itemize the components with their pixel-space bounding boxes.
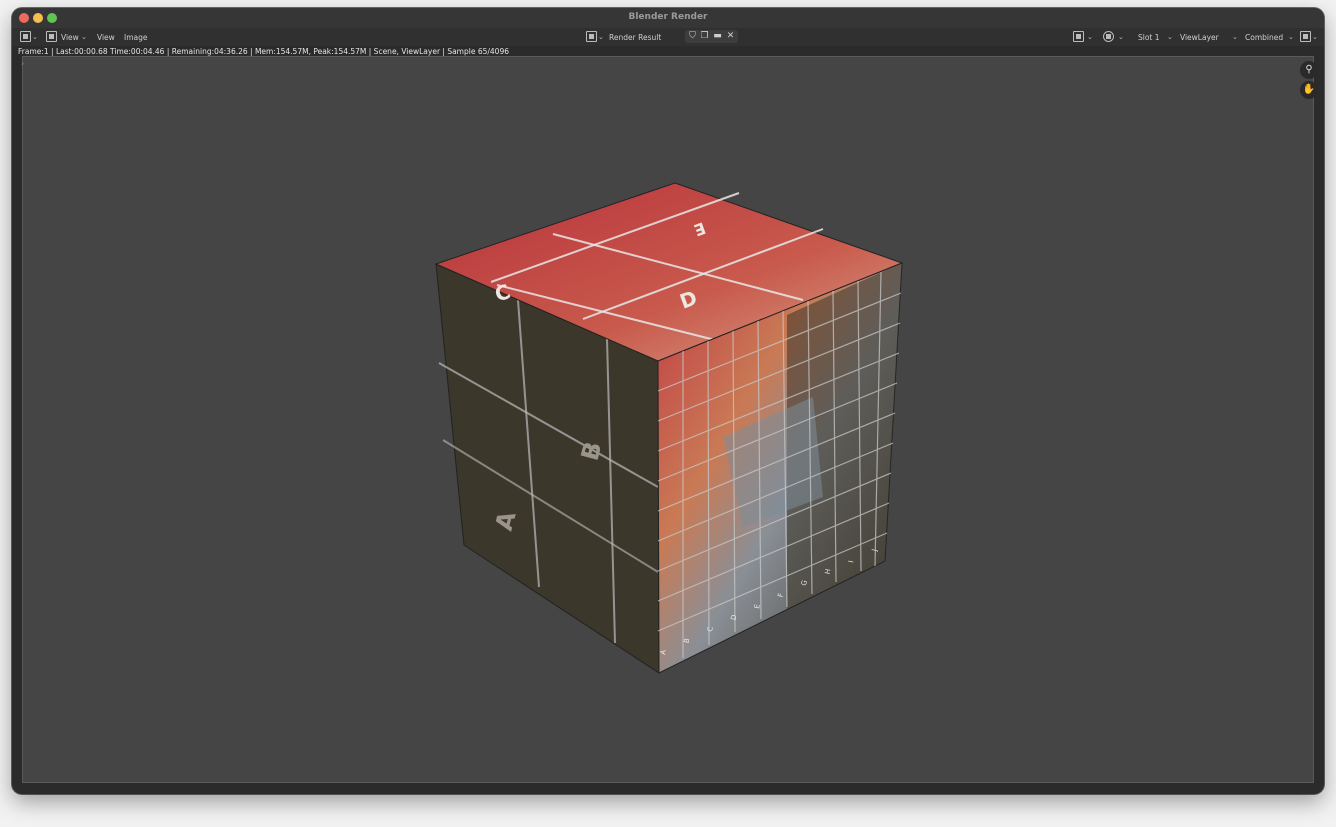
overlay-icon[interactable] (1103, 31, 1114, 42)
image-browse-icon[interactable] (586, 31, 597, 42)
rendered-cube: A B C D E ABCDEFGHIJ (434, 182, 904, 674)
chevron-down-icon[interactable]: ⌄ (81, 31, 87, 44)
gizmo-icon[interactable] (1073, 31, 1084, 42)
blender-render-window: Blender Render ⌄ View ⌄ View Image ⌄ Ren… (12, 8, 1324, 794)
window-title: Blender Render (628, 12, 708, 22)
render-viewport[interactable]: › ‹ ⚲ ✋ (21, 56, 1318, 783)
image-actions-group: ⛉ ❐ ▬ ✕ (685, 30, 738, 43)
chevron-down-icon[interactable]: ⌄ (1232, 31, 1238, 44)
duplicate-icon[interactable]: ❐ (699, 31, 710, 42)
close-icon[interactable]: ✕ (725, 31, 736, 42)
chevron-down-icon[interactable]: ⌄ (598, 31, 604, 44)
chevron-down-icon[interactable]: ⌄ (1087, 31, 1093, 44)
shield-icon[interactable]: ⛉ (687, 31, 698, 42)
image-editor-header: ⌄ View ⌄ View Image ⌄ Render Result ⛉ ❐ … (12, 28, 1324, 46)
chevron-down-icon[interactable]: ⌄ (1118, 31, 1124, 44)
display-channels-icon[interactable] (1300, 31, 1311, 42)
chevron-down-icon[interactable]: ⌄ (1312, 31, 1318, 44)
slot-selector[interactable]: Slot 1 (1138, 31, 1160, 44)
folder-icon[interactable]: ▬ (712, 31, 723, 42)
view-layer-selector[interactable]: ViewLayer (1180, 31, 1219, 44)
title-bar: Blender Render (12, 8, 1324, 29)
render-status: Frame:1 | Last:00:00.68 Time:00:04.46 | … (18, 47, 509, 56)
chevron-down-icon[interactable]: ⌄ (32, 31, 38, 44)
image-name-field[interactable]: Render Result (609, 31, 661, 44)
chevron-down-icon[interactable]: ⌄ (1288, 31, 1294, 44)
image-mode-icon[interactable] (46, 31, 57, 42)
menu-image[interactable]: Image (124, 31, 148, 44)
editor-type-icon[interactable] (20, 31, 31, 42)
chevron-down-icon[interactable]: ⌄ (1167, 31, 1173, 44)
pass-selector[interactable]: Combined (1245, 31, 1283, 44)
menu-view[interactable]: View (61, 31, 79, 44)
menu-view-2[interactable]: View (97, 31, 115, 44)
